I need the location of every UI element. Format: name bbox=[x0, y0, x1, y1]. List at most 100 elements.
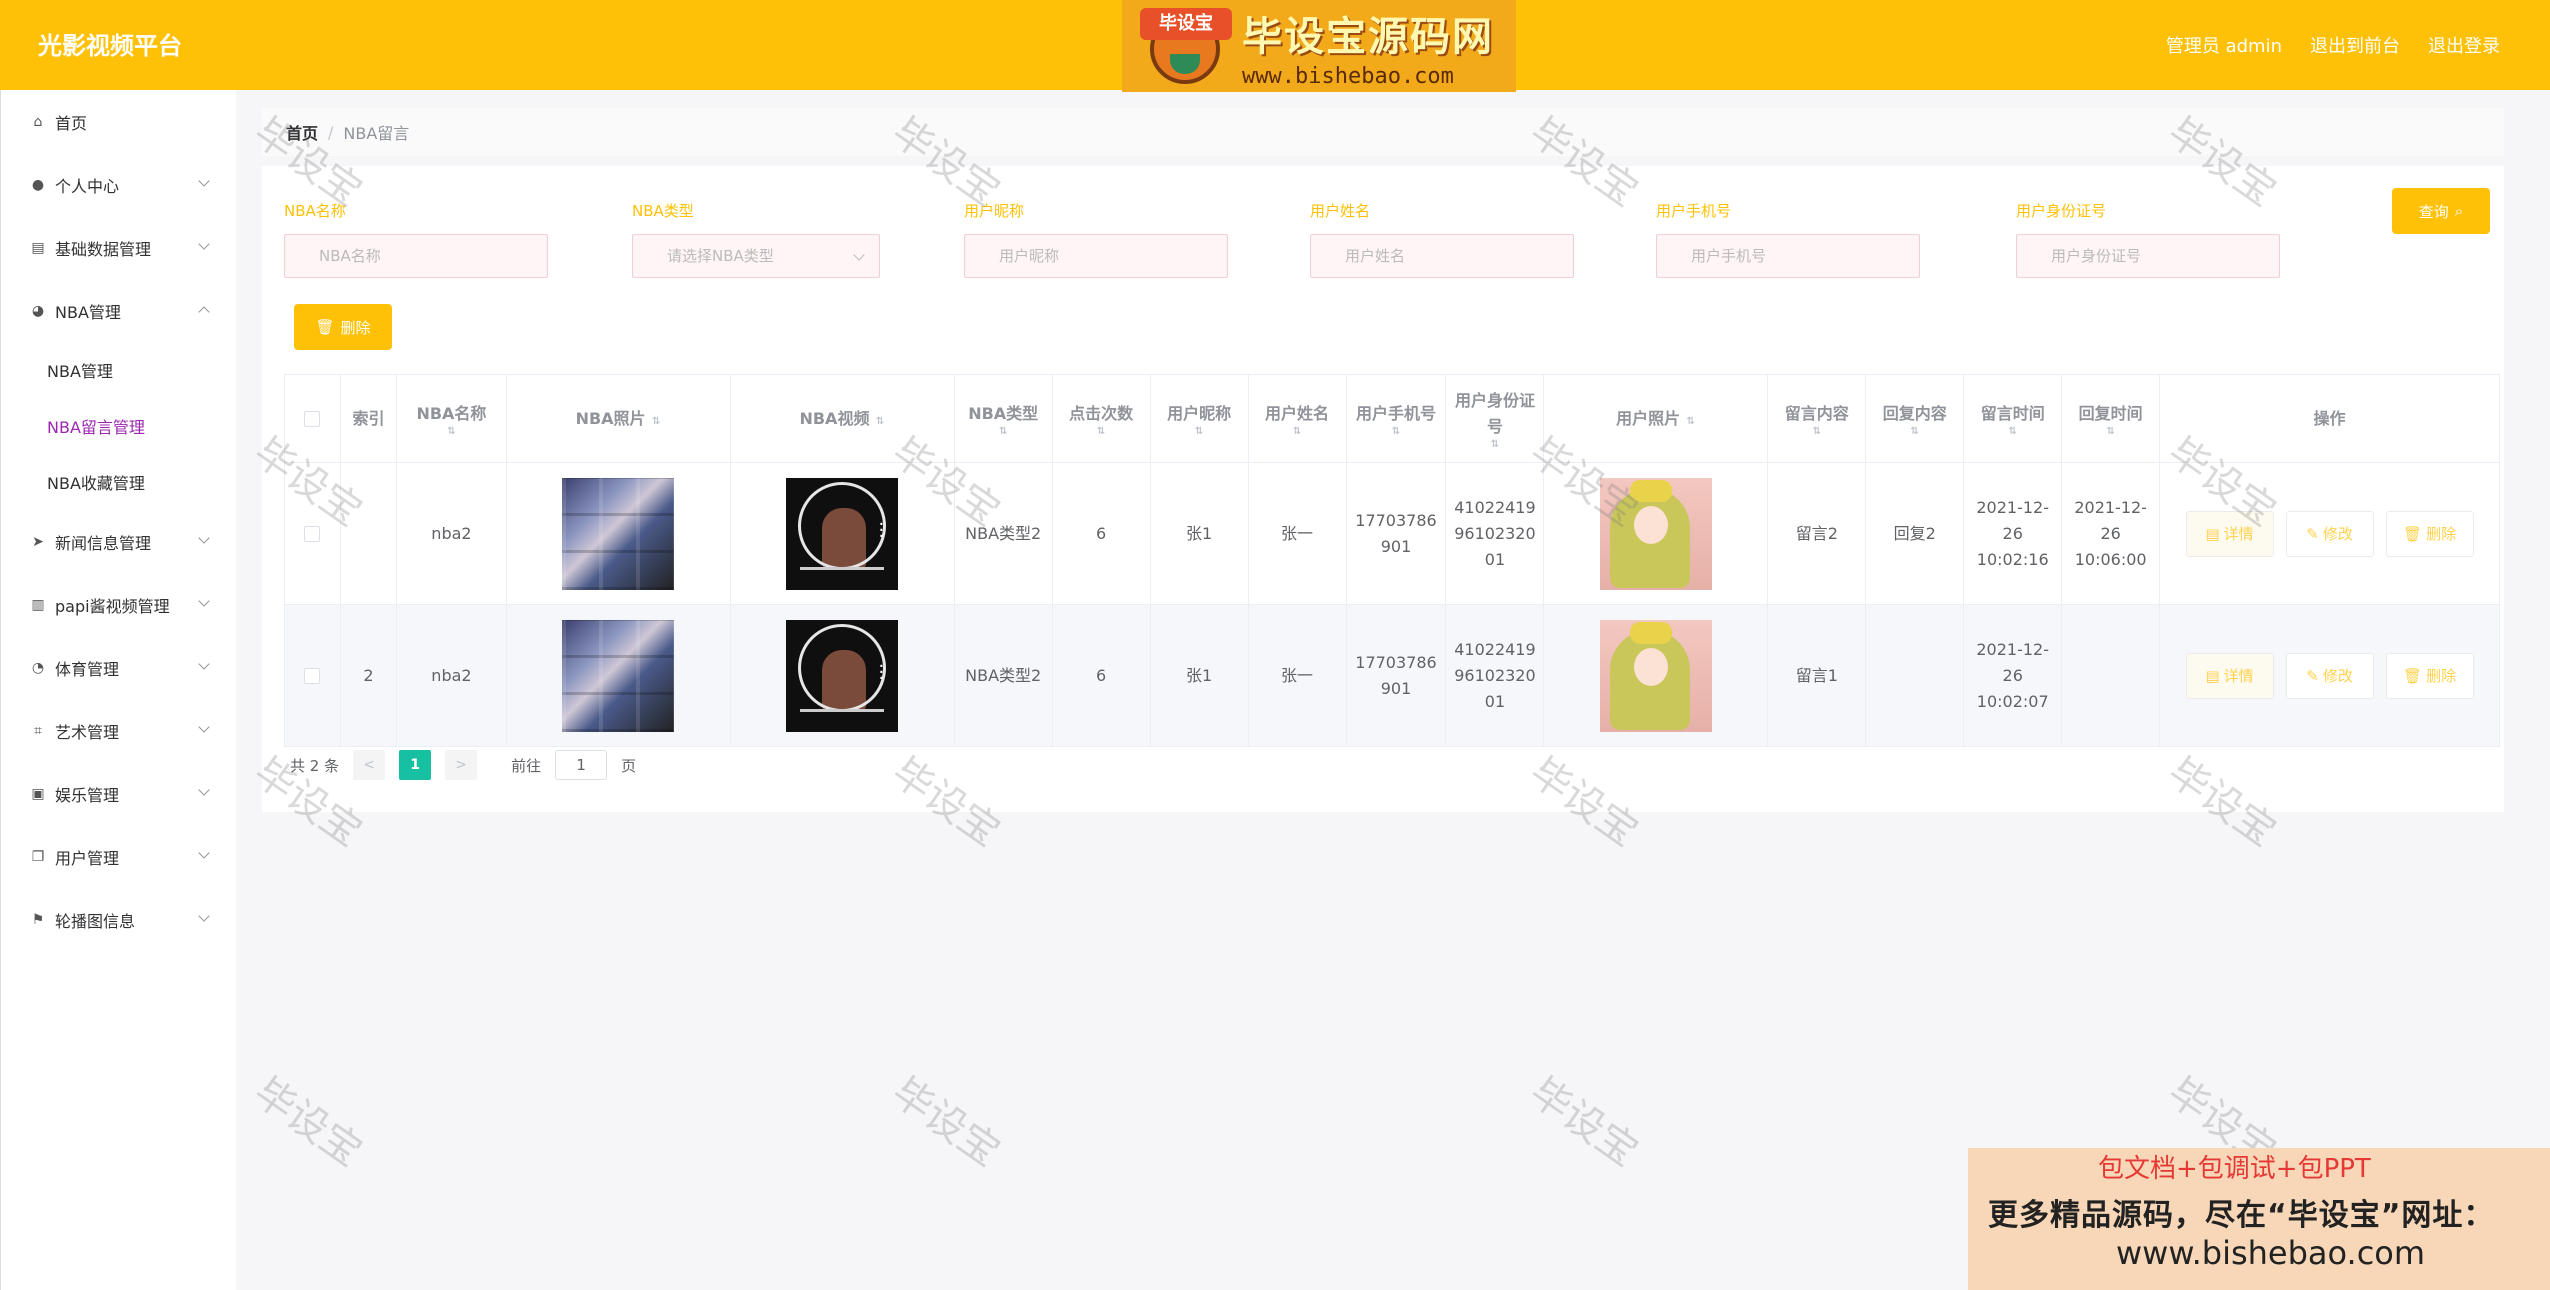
nba-type-select[interactable]: 请选择NBA类型 bbox=[632, 234, 880, 278]
mascot-logo-icon: 毕设宝 bbox=[1136, 4, 1236, 88]
delete-button[interactable]: 🗑 删除 bbox=[2385, 510, 2474, 557]
col-header[interactable]: 留言时间 ⇅ bbox=[1964, 375, 2063, 463]
nba-photo-thumbnail[interactable] bbox=[562, 619, 675, 732]
chevron-down-icon bbox=[198, 847, 210, 859]
cell-nickname: 张1 bbox=[1150, 463, 1249, 605]
breadcrumb-home[interactable]: 首页 bbox=[286, 120, 318, 144]
cell-nickname: 张1 bbox=[1150, 605, 1249, 747]
cell-reply: 回复2 bbox=[1866, 463, 1965, 605]
chevron-down-icon bbox=[198, 175, 210, 187]
user-photo-thumbnail[interactable] bbox=[1599, 619, 1712, 732]
promo-url: www.bishebao.com bbox=[2116, 1234, 2426, 1272]
cell-message: 留言2 bbox=[1768, 463, 1867, 605]
col-header[interactable]: 用户手机号 ⇅ bbox=[1346, 375, 1447, 463]
cell-reply-time: 2021-12-26 10:06:00 bbox=[2062, 463, 2161, 605]
logo-url: www.bishebao.com bbox=[1242, 63, 1454, 89]
col-header[interactable]: 回复时间 ⇅ bbox=[2062, 375, 2161, 463]
pencil-icon: ✎ bbox=[2306, 524, 2319, 543]
cell-idcard: 410224199610232001 bbox=[1446, 463, 1545, 605]
sort-icon: ⇅ bbox=[1194, 425, 1204, 437]
col-header[interactable]: NBA照片 ⇅ bbox=[506, 375, 731, 463]
copy-icon: ❐ bbox=[31, 848, 45, 865]
bell-icon: ◔ bbox=[31, 659, 45, 676]
next-page-button[interactable]: > bbox=[445, 750, 478, 780]
col-header[interactable]: NBA视频 ⇅ bbox=[730, 375, 955, 463]
pagination: 共 2 条 < 1 > 前往 1 页 bbox=[290, 750, 636, 780]
sidebar-item-art[interactable]: ⌗ 艺术管理 bbox=[1, 699, 236, 762]
cell-nba-name: nba2 bbox=[396, 463, 507, 605]
sidebar-item-basic-data[interactable]: ▤ 基础数据管理 bbox=[1, 216, 236, 279]
idcard-input[interactable]: 用户身份证号 bbox=[2016, 234, 2280, 278]
page-1-button[interactable]: 1 bbox=[399, 750, 432, 780]
cell-phone: 17703786901 bbox=[1346, 463, 1447, 605]
sidebar-item-sports[interactable]: ◔ 体育管理 bbox=[1, 636, 236, 699]
sidebar-subitem-nba[interactable]: NBA管理 bbox=[1, 342, 236, 398]
to-front-link[interactable]: 退出到前台 bbox=[2310, 32, 2400, 58]
sort-icon: ⇅ bbox=[1910, 425, 1919, 437]
chevron-down-icon bbox=[198, 910, 210, 922]
chevron-down-icon bbox=[198, 595, 210, 607]
nickname-input[interactable]: 用户昵称 bbox=[964, 234, 1228, 278]
user-photo-thumbnail[interactable] bbox=[1599, 477, 1712, 590]
search-icon: ⌕ bbox=[2454, 202, 2464, 220]
filter-label: 用户姓名 bbox=[1310, 202, 1371, 220]
breadcrumb-current: NBA留言 bbox=[343, 124, 410, 143]
select-all-checkbox[interactable] bbox=[304, 410, 321, 427]
sidebar-item-papi[interactable]: ▥ papi酱视频管理 bbox=[1, 573, 236, 636]
realname-input[interactable]: 用户姓名 bbox=[1310, 234, 1574, 278]
edit-button[interactable]: ✎ 修改 bbox=[2285, 652, 2374, 699]
col-header[interactable]: 点击次数 ⇅ bbox=[1052, 375, 1151, 463]
logout-link[interactable]: 退出登录 bbox=[2428, 32, 2500, 58]
cell-clicks: 6 bbox=[1052, 463, 1151, 605]
col-header[interactable]: 用户照片 ⇅ bbox=[1544, 375, 1769, 463]
trash-icon: 🗑 bbox=[2403, 524, 2423, 543]
sidebar-subitem-nba-message[interactable]: NBA留言管理 bbox=[1, 398, 236, 454]
filter-label: NBA类型 bbox=[632, 202, 694, 220]
col-header[interactable]: 回复内容 ⇅ bbox=[1866, 375, 1965, 463]
sidebar-item-users[interactable]: ❐ 用户管理 bbox=[1, 825, 236, 888]
col-header: 索引 bbox=[340, 375, 397, 463]
col-header[interactable]: 用户姓名 ⇅ bbox=[1248, 375, 1347, 463]
prev-page-button[interactable]: < bbox=[353, 750, 386, 780]
document-icon: ▤ bbox=[2205, 524, 2220, 543]
cell-realname: 张一 bbox=[1248, 605, 1347, 747]
nba-video-thumbnail[interactable]: · · · bbox=[786, 477, 899, 590]
crop-icon: ⌗ bbox=[34, 722, 42, 739]
home-icon: ⌂ bbox=[33, 113, 43, 130]
cell-realname: 张一 bbox=[1248, 463, 1347, 605]
brand-title: 光影视频平台 bbox=[38, 32, 182, 60]
sidebar-item-home[interactable]: ⌂ 首页 bbox=[1, 90, 236, 153]
col-header[interactable]: 用户昵称 ⇅ bbox=[1150, 375, 1249, 463]
select-all-cell bbox=[285, 375, 341, 463]
sidebar-item-nba[interactable]: ◕ NBA管理 bbox=[1, 279, 236, 342]
promo-line-1: 包文档+包调试+包PPT bbox=[2098, 1154, 2371, 1184]
batch-delete-button[interactable]: 🗑 删除 bbox=[294, 304, 392, 350]
sidebar-subitem-nba-favorite[interactable]: NBA收藏管理 bbox=[1, 454, 236, 510]
col-header[interactable]: NBA名称 ⇅ bbox=[396, 375, 507, 463]
sidebar-item-entertainment[interactable]: ▣ 娱乐管理 bbox=[1, 762, 236, 825]
sort-icon: ⇅ bbox=[1096, 425, 1106, 437]
document-icon: ▤ bbox=[2205, 666, 2220, 685]
col-header[interactable]: 留言内容 ⇅ bbox=[1768, 375, 1867, 463]
col-header[interactable]: NBA类型 ⇅ bbox=[954, 375, 1053, 463]
detail-button[interactable]: ▤ 详情 bbox=[2185, 652, 2274, 699]
sort-icon: ⇅ bbox=[875, 415, 885, 427]
nba-video-thumbnail[interactable]: · · · bbox=[786, 619, 899, 732]
sidebar-item-news[interactable]: ➤ 新闻信息管理 bbox=[1, 510, 236, 573]
delete-button[interactable]: 🗑 删除 bbox=[2385, 652, 2474, 699]
user-icon: ● bbox=[31, 176, 45, 193]
col-header[interactable]: 用户身份证号 ⇅ bbox=[1446, 375, 1545, 463]
nba-photo-thumbnail[interactable] bbox=[562, 477, 675, 590]
edit-button[interactable]: ✎ 修改 bbox=[2285, 510, 2374, 557]
query-button[interactable]: 查询 ⌕ bbox=[2392, 188, 2490, 234]
header-actions: 管理员 admin 退出到前台 退出登录 bbox=[2166, 32, 2500, 58]
sidebar-item-profile[interactable]: ● 个人中心 bbox=[1, 153, 236, 216]
filter-label: NBA名称 bbox=[284, 202, 346, 220]
nba-name-input[interactable]: NBA名称 bbox=[284, 234, 548, 278]
sidebar-item-carousel[interactable]: ⚑ 轮播图信息 bbox=[1, 888, 236, 951]
row-checkbox[interactable] bbox=[304, 525, 321, 542]
goto-page-input[interactable]: 1 bbox=[555, 750, 608, 780]
row-checkbox[interactable] bbox=[304, 667, 321, 684]
phone-input[interactable]: 用户手机号 bbox=[1656, 234, 1920, 278]
detail-button[interactable]: ▤ 详情 bbox=[2185, 510, 2274, 557]
